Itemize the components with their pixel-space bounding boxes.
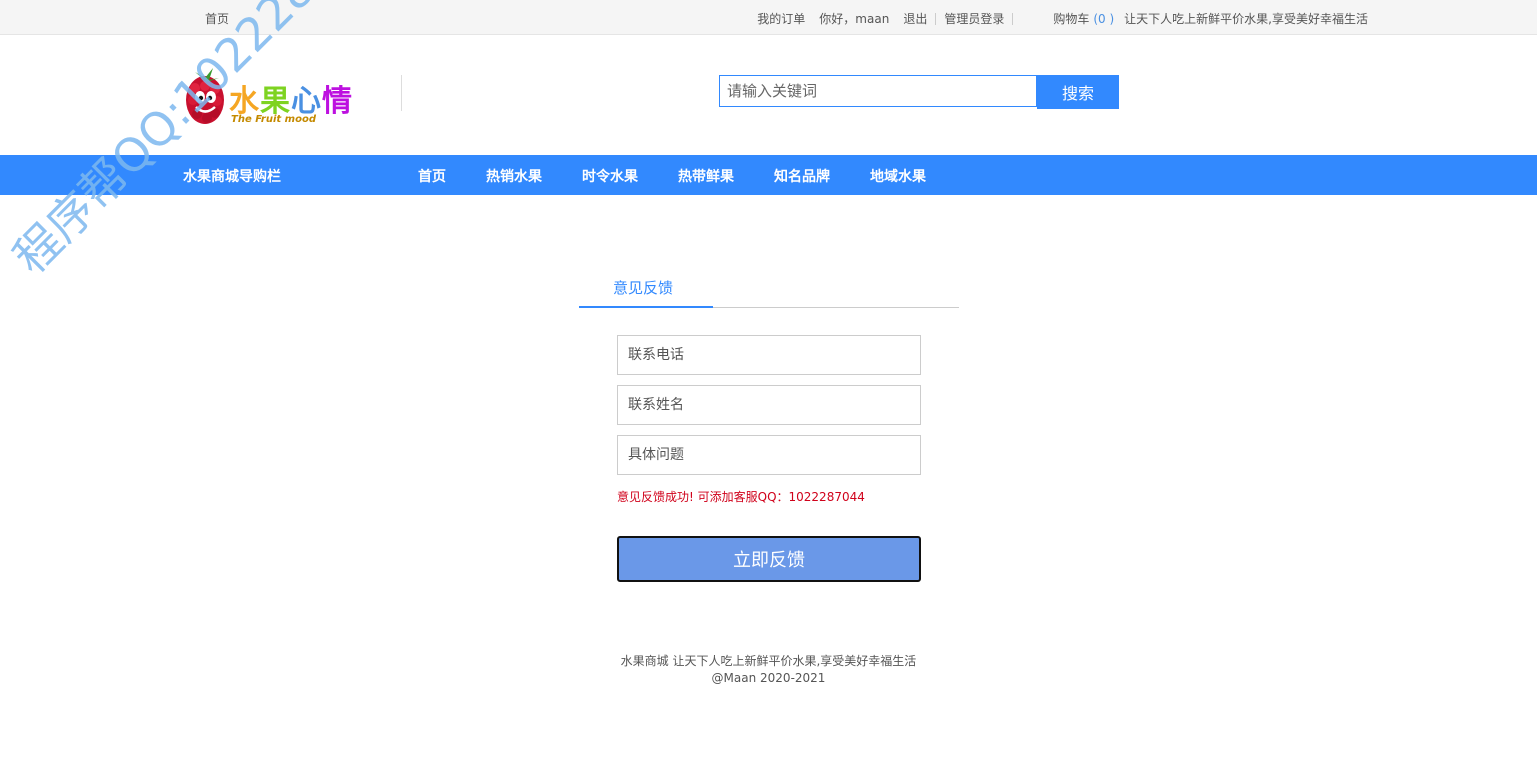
logo-char: 情 — [322, 84, 353, 119]
nav-item-tropical[interactable]: 热带鲜果 — [678, 166, 734, 186]
tab-active-indicator — [579, 306, 713, 308]
footer-copyright: @Maan 2020-2021 — [711, 671, 826, 685]
tab-feedback[interactable]: 意见反馈 — [613, 277, 673, 298]
footer: 水果商城 让天下人吃上新鲜平价水果,享受美好幸福生活 @Maan 2020-20… — [0, 653, 1537, 687]
name-field[interactable] — [617, 385, 921, 425]
search-button[interactable]: 搜索 — [1037, 75, 1119, 109]
divider — [1012, 12, 1014, 25]
site-logo[interactable]: 水果心情 The Fruit mood — [183, 60, 363, 130]
top-slogan: 让天下人吃上新鲜平价水果,享受美好幸福生活 — [1124, 12, 1368, 26]
main-nav: 水果商城导购栏 首页 热销水果 时令水果 热带鲜果 知名品牌 地域水果 — [0, 155, 1537, 195]
logo-subtitle: The Fruit mood — [231, 114, 316, 125]
top-links: 我的订单 你好，maan 退出 管理员登录 购物车 (0 ) 让天下人吃上新鲜平… — [743, 10, 1368, 27]
watermark: 程序帮QQ:1022287044 — [3, 0, 408, 285]
cart-count: (0 ) — [1093, 11, 1115, 26]
success-message: 意见反馈成功! 可添加客服QQ：1022287044 — [617, 490, 865, 504]
top-bar: 首页 我的订单 你好，maan 退出 管理员登录 购物车 (0 ) 让天下人吃上… — [0, 0, 1537, 35]
nav-items: 首页 热销水果 时令水果 热带鲜果 知名品牌 地域水果 — [418, 166, 966, 186]
my-orders-link[interactable]: 我的订单 — [757, 10, 805, 27]
greeting-text: 你好，maan — [819, 12, 890, 26]
search-input[interactable] — [719, 75, 1037, 107]
nav-item-home[interactable]: 首页 — [418, 166, 446, 186]
divider — [935, 12, 937, 25]
top-home-link[interactable]: 首页 — [205, 10, 229, 27]
header-divider — [401, 75, 402, 111]
admin-login-link[interactable]: 管理员登录 — [944, 10, 1004, 27]
nav-item-seasonal[interactable]: 时令水果 — [582, 166, 638, 186]
cart-link[interactable]: 购物车 — [1053, 10, 1089, 27]
submit-feedback-button[interactable]: 立即反馈 — [617, 536, 921, 582]
phone-field[interactable] — [617, 335, 921, 375]
issue-field[interactable] — [617, 435, 921, 475]
nav-item-regional[interactable]: 地域水果 — [870, 166, 926, 186]
footer-slogan: 水果商城 让天下人吃上新鲜平价水果,享受美好幸福生活 — [620, 654, 917, 668]
logout-link[interactable]: 退出 — [903, 10, 927, 27]
nav-title: 水果商城导购栏 — [183, 169, 281, 185]
nav-item-brands[interactable]: 知名品牌 — [774, 166, 830, 186]
nav-item-hot[interactable]: 热销水果 — [486, 166, 542, 186]
